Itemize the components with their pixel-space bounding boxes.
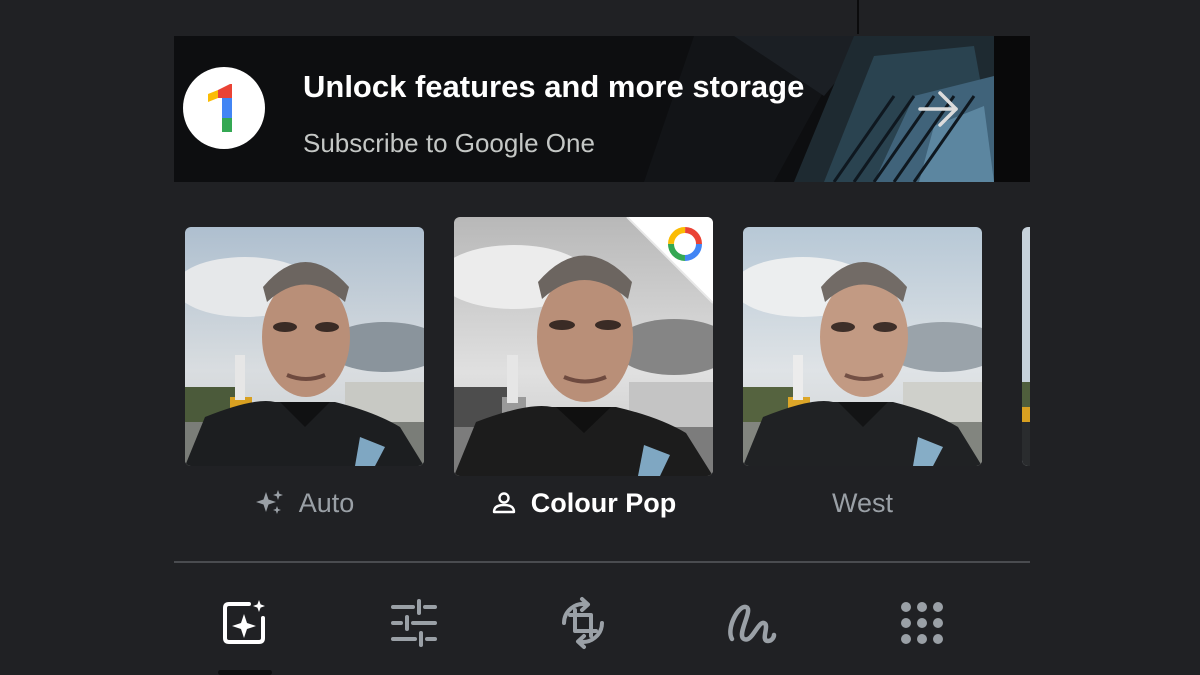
crop-rotate-icon: [562, 597, 604, 649]
google-one-logo: [183, 67, 265, 149]
google-one-logo-icon: [208, 84, 232, 132]
promo-title: Unlock features and more storage: [303, 69, 805, 104]
filter-name: Auto: [298, 487, 355, 518]
person-icon: [492, 492, 515, 514]
promo-subtitle: Subscribe to Google One: [303, 128, 595, 158]
selected-tool-indicator: [218, 670, 272, 675]
portrait-photo: [1022, 227, 1030, 466]
filter-label-auto[interactable]: Auto: [185, 486, 424, 520]
filter-thumbnail-next-partial[interactable]: [1022, 227, 1030, 466]
filter-thumbnail-auto[interactable]: [185, 227, 424, 466]
portrait-photo: [185, 227, 424, 466]
tool-more[interactable]: [894, 595, 950, 651]
filter-name: Colour Pop: [530, 487, 677, 518]
tool-suggestions[interactable]: [216, 595, 272, 651]
filter-thumbnail-west[interactable]: [743, 227, 982, 466]
arrow-right-icon[interactable]: [914, 84, 964, 134]
tool-adjust[interactable]: [386, 595, 442, 651]
filter-name: West: [831, 487, 893, 518]
sliders-icon: [391, 599, 437, 647]
filter-label-west[interactable]: West: [743, 486, 982, 520]
promo-background-art: [174, 36, 1030, 182]
auto-enhance-icon: [223, 600, 265, 644]
google-one-icon: [668, 227, 702, 261]
google-one-promo-banner[interactable]: Unlock features and more storage Subscri…: [174, 36, 1030, 182]
window-divider: [857, 0, 859, 34]
sparkle-icon: [255, 490, 283, 514]
tool-markup[interactable]: [724, 595, 780, 651]
more-tools-grid-icon: [901, 602, 943, 644]
photo-editor-screen: Unlock features and more storage Subscri…: [0, 0, 1200, 675]
tool-crop[interactable]: [555, 595, 611, 651]
markup-pen-icon: [728, 604, 777, 644]
filter-label-colour-pop[interactable]: Colour Pop: [454, 486, 713, 520]
filter-thumbnail-colour-pop[interactable]: [454, 217, 713, 476]
toolbar-divider: [174, 561, 1030, 563]
portrait-photo: [743, 227, 982, 466]
